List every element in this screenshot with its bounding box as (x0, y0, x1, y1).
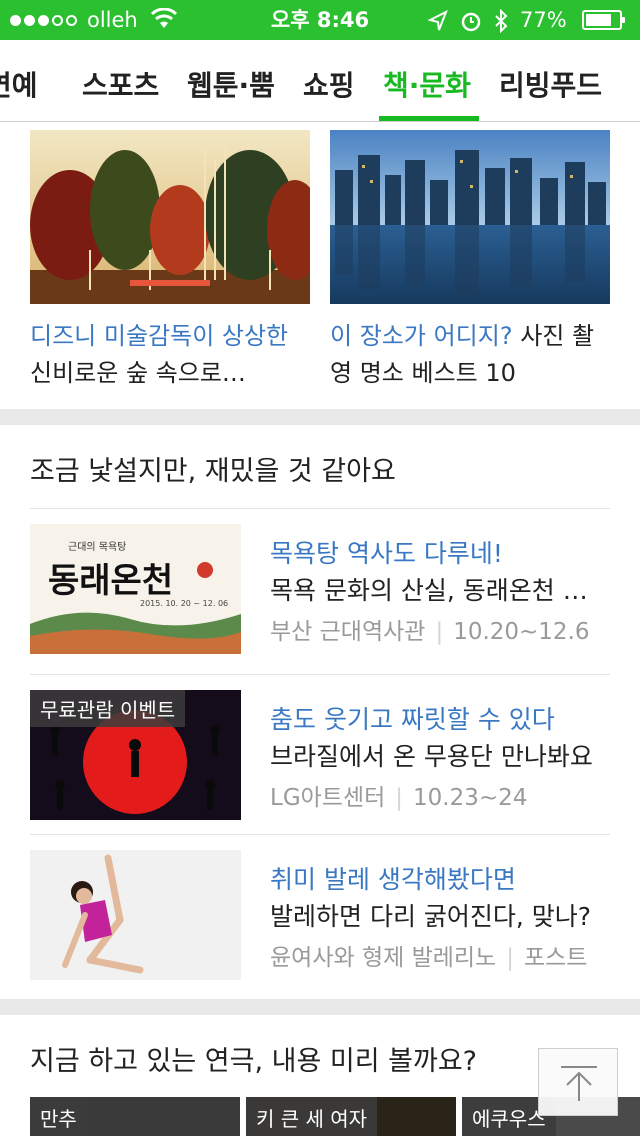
item-date: 포스트 (523, 945, 588, 971)
tab-webtoon[interactable]: 웹툰·뿜 (187, 64, 275, 104)
forest-painting-image (30, 130, 310, 304)
play-item-three-tall-women[interactable]: 키 큰 세 여자 (246, 1097, 456, 1136)
bluetooth-icon (495, 9, 508, 33)
item-source: 윤여사와 형제 발레리노 (270, 945, 497, 971)
item-headline: 춤도 웃기고 짜릿할 수 있다 (270, 705, 555, 734)
play-label: 키 큰 세 여자 (246, 1097, 378, 1136)
featured-headline: 이 장소가 어디지? (330, 322, 513, 350)
item-date: 10.20~12.6 (453, 619, 590, 645)
arrow-up-icon (561, 1066, 597, 1101)
tab-sports[interactable]: 스포츠 (82, 64, 159, 104)
item-source: LG아트센터 (270, 785, 386, 811)
item-meta: 윤여사와 형제 발레리노 | 포스트 (270, 938, 587, 972)
category-tabs: 연예 스포츠 웹툰·뿜 쇼핑 책·문화 리빙푸드 (0, 40, 640, 122)
item-subtitle: 목욕 문화의 산실, 동래온천 … (270, 576, 588, 605)
meta-divider: | (395, 785, 404, 811)
location-icon (428, 10, 448, 31)
meta-divider: | (435, 619, 444, 645)
play-item-manchu[interactable]: 만추 (30, 1097, 240, 1136)
featured-item-photo-spots[interactable]: 이 장소가 어디지? 사진 촬영 명소 베스트 10 (330, 130, 610, 392)
free-event-badge: 무료관람 이벤트 (30, 690, 186, 727)
section-title: 지금 하고 있는 연극, 내용 미리 볼까요? (30, 1046, 478, 1077)
poster-title-text: 동래온천 (48, 561, 173, 601)
scroll-to-top-button[interactable] (538, 1048, 618, 1116)
battery-icon (582, 10, 625, 30)
item-subtitle: 브라질에서 온 무용단 만나봐요 (270, 742, 593, 771)
tab-books-culture[interactable]: 책·문화 (383, 64, 471, 104)
poster-dates-text: 2015. 10. 20 ~ 12. 06 (140, 599, 228, 608)
list-item[interactable]: 무료관람 이벤트 춤도 웃기고 짜릿할 수 있다 브라질에서 온 무용단 만나봐… (30, 674, 610, 834)
item-headline: 취미 발레 생각해봤다면 (270, 865, 516, 894)
featured-card: 디즈니 미술감독이 상상한 신비로운 숲 속으로… 이 장소가 어디지? 사진 … (0, 122, 640, 409)
item-meta: LG아트센터 | 10.23~24 (270, 778, 527, 812)
ballet-dancer-thumbnail (30, 850, 241, 980)
battery-percentage: 77% (520, 8, 567, 32)
section-title: 조금 낯설지만, 재밌을 것 같아요 (30, 456, 396, 487)
recommendation-section: 조금 낯설지만, 재밌을 것 같아요 근대의 목욕탕 동래온천 2015. 10… (0, 425, 640, 999)
featured-item-forest[interactable]: 디즈니 미술감독이 상상한 신비로운 숲 속으로… (30, 130, 310, 392)
tab-shopping[interactable]: 쇼핑 (303, 64, 355, 104)
bathhouse-poster-thumbnail: 근대의 목욕탕 동래온천 2015. 10. 20 ~ 12. 06 (30, 524, 241, 654)
poster-small-text: 근대의 목욕탕 (68, 541, 126, 553)
meta-divider: | (506, 945, 514, 971)
status-bar: olleh 오후 8:46 77% (0, 0, 640, 40)
item-meta: 부산 근대역사관 | 10.20~12.6 (270, 612, 590, 646)
featured-headline: 디즈니 미술감독이 상상한 (30, 322, 289, 350)
item-date: 10.23~24 (413, 785, 528, 811)
item-subtitle: 발레하면 다리 굵어진다, 맞나? (270, 902, 592, 931)
item-headline: 목욕탕 역사도 다루네! (270, 539, 503, 568)
dance-performance-thumbnail: 무료관람 이벤트 (30, 690, 241, 820)
play-label: 만추 (30, 1097, 87, 1136)
list-item[interactable]: 취미 발레 생각해봤다면 발레하면 다리 굵어진다, 맞나? 윤여사와 형제 발… (30, 834, 610, 994)
tab-entertainment[interactable]: 연예 (0, 64, 38, 104)
alarm-icon (461, 12, 481, 32)
featured-subtitle: 신비로운 숲 속으로… (30, 359, 246, 387)
list-item[interactable]: 근대의 목욕탕 동래온천 2015. 10. 20 ~ 12. 06 목욕탕 역… (30, 508, 610, 668)
tab-living-food[interactable]: 리빙푸드 (499, 64, 602, 104)
active-tab-indicator (379, 116, 479, 121)
item-source: 부산 근대역사관 (270, 619, 426, 645)
city-skyline-image (330, 130, 610, 304)
